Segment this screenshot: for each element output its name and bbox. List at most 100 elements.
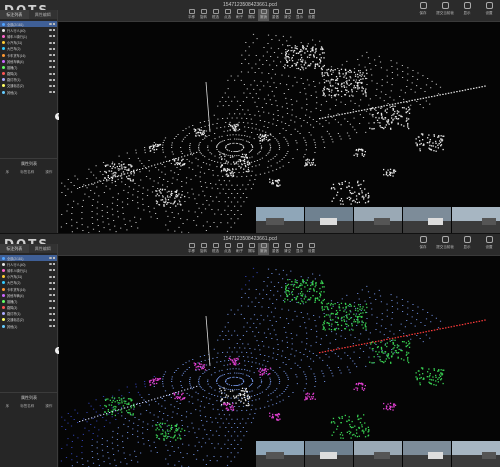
tool-button[interactable]: 设置 — [306, 243, 317, 255]
eye-icon[interactable] — [49, 306, 52, 309]
point-cloud-viewport[interactable] — [59, 256, 500, 467]
lock-icon[interactable] — [53, 84, 55, 87]
eye-icon[interactable] — [49, 91, 52, 94]
lock-icon[interactable] — [53, 269, 55, 272]
lidar-point — [168, 395, 170, 396]
tool-button[interactable]: 设置 — [306, 9, 317, 21]
tool-button[interactable]: 重做 — [270, 9, 281, 21]
lock-icon[interactable] — [53, 275, 55, 278]
lock-icon[interactable] — [53, 35, 55, 38]
camera-thumbnail[interactable] — [452, 441, 500, 467]
tool-button[interactable]: 显示 — [294, 9, 305, 21]
header-action-button[interactable]: 显示 — [458, 1, 476, 16]
eye-icon[interactable] — [49, 312, 52, 315]
lock-icon[interactable] — [53, 23, 55, 26]
lock-icon[interactable] — [53, 78, 55, 81]
tool-button[interactable]: 旋转 — [198, 243, 209, 255]
tab-attribute-edit[interactable]: 属性编辑 — [29, 244, 58, 253]
lock-icon[interactable] — [53, 47, 55, 50]
eye-icon[interactable] — [49, 318, 52, 321]
lock-icon[interactable] — [53, 263, 55, 266]
lock-icon[interactable] — [53, 60, 55, 63]
eye-icon[interactable] — [49, 263, 52, 266]
layer-item[interactable]: 其他(1) — [0, 89, 57, 95]
lock-icon[interactable] — [53, 54, 55, 57]
eye-icon[interactable] — [49, 78, 52, 81]
camera-thumbnail[interactable] — [452, 207, 500, 233]
eye-icon[interactable] — [49, 72, 52, 75]
tool-button[interactable]: 擦除 — [246, 9, 257, 21]
lock-icon[interactable] — [53, 288, 55, 291]
camera-thumbnail[interactable] — [305, 441, 353, 467]
eye-icon[interactable] — [49, 288, 52, 291]
eye-icon[interactable] — [49, 275, 52, 278]
header-action-button[interactable]: 提交当前帧 — [436, 1, 454, 16]
tool-button[interactable]: 刷子 — [234, 243, 245, 255]
eye-icon[interactable] — [49, 66, 52, 69]
eye-icon[interactable] — [49, 281, 52, 284]
tool-button[interactable]: 刷子 — [234, 9, 245, 21]
eye-icon[interactable] — [49, 35, 52, 38]
eye-icon[interactable] — [49, 300, 52, 303]
camera-thumbnail[interactable] — [256, 207, 304, 233]
tool-button[interactable]: 点选 — [222, 243, 233, 255]
lock-icon[interactable] — [53, 41, 55, 44]
lock-icon[interactable] — [53, 294, 55, 297]
tool-button[interactable]: 平移 — [186, 9, 197, 21]
tool-button[interactable]: 擦除 — [246, 243, 257, 255]
camera-thumbnail[interactable] — [354, 441, 402, 467]
eye-icon[interactable] — [49, 294, 52, 297]
lock-icon[interactable] — [53, 72, 55, 75]
eye-icon[interactable] — [49, 325, 52, 328]
tool-button[interactable]: 点选 — [222, 9, 233, 21]
tool-button[interactable]: 清空 — [282, 9, 293, 21]
lock-icon[interactable] — [53, 318, 55, 321]
camera-thumbnail[interactable] — [354, 207, 402, 233]
eye-icon[interactable] — [49, 257, 52, 260]
layer-item[interactable]: 其他(1) — [0, 323, 57, 329]
tool-button[interactable]: 框选 — [210, 9, 221, 21]
header-action-button[interactable]: 设置 — [480, 235, 498, 250]
lidar-point — [394, 344, 396, 347]
tab-annotation-list[interactable]: 标注列表 — [0, 10, 29, 19]
camera-thumbnail[interactable] — [403, 441, 451, 467]
tool-button[interactable]: 清空 — [282, 243, 293, 255]
eye-icon[interactable] — [49, 84, 52, 87]
lock-icon[interactable] — [53, 29, 55, 32]
header-action-button[interactable]: 保存 — [414, 235, 432, 250]
lock-icon[interactable] — [53, 306, 55, 309]
eye-icon[interactable] — [49, 41, 52, 44]
lock-icon[interactable] — [53, 257, 55, 260]
eye-icon[interactable] — [49, 47, 52, 50]
point-cloud-canvas[interactable] — [59, 22, 500, 233]
lock-icon[interactable] — [53, 325, 55, 328]
eye-icon[interactable] — [49, 29, 52, 32]
point-cloud-viewport[interactable] — [59, 22, 500, 233]
tool-button[interactable]: 撤销 — [258, 9, 269, 21]
lock-icon[interactable] — [53, 66, 55, 69]
lock-icon[interactable] — [53, 312, 55, 315]
header-action-button[interactable]: 设置 — [480, 1, 498, 16]
point-cloud-canvas[interactable] — [59, 256, 500, 467]
tool-button[interactable]: 重做 — [270, 243, 281, 255]
camera-thumbnail[interactable] — [305, 207, 353, 233]
header-action-button[interactable]: 保存 — [414, 1, 432, 16]
lock-icon[interactable] — [53, 91, 55, 94]
tool-button[interactable]: 平移 — [186, 243, 197, 255]
tool-button[interactable]: 框选 — [210, 243, 221, 255]
lock-icon[interactable] — [53, 281, 55, 284]
camera-thumbnail[interactable] — [256, 441, 304, 467]
tab-attribute-edit[interactable]: 属性编辑 — [29, 10, 58, 19]
tool-button[interactable]: 撤销 — [258, 243, 269, 255]
eye-icon[interactable] — [49, 60, 52, 63]
lock-icon[interactable] — [53, 300, 55, 303]
eye-icon[interactable] — [49, 269, 52, 272]
tool-button[interactable]: 旋转 — [198, 9, 209, 21]
tab-annotation-list[interactable]: 标注列表 — [0, 244, 29, 253]
camera-thumbnail[interactable] — [403, 207, 451, 233]
eye-icon[interactable] — [49, 23, 52, 26]
tool-button[interactable]: 显示 — [294, 243, 305, 255]
header-action-button[interactable]: 显示 — [458, 235, 476, 250]
header-action-button[interactable]: 提交当前帧 — [436, 235, 454, 250]
eye-icon[interactable] — [49, 54, 52, 57]
